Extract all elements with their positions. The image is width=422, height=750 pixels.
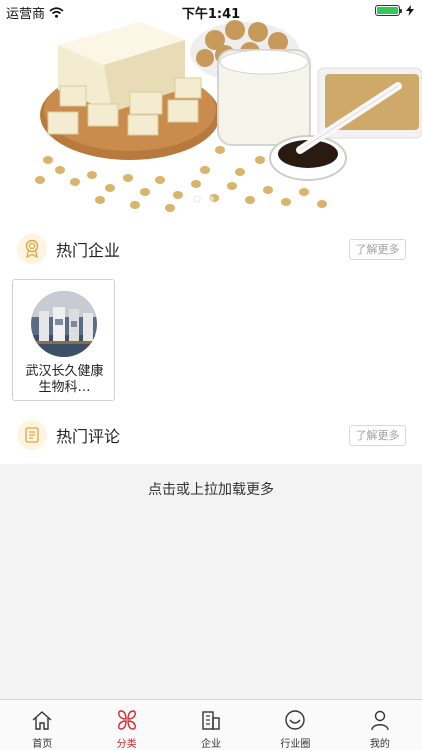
company-name: 武汉长久健康生物科… (25, 364, 104, 395)
building-icon (198, 707, 224, 732)
tab-category[interactable]: 分类 (84, 700, 168, 750)
tab-enterprise[interactable]: 企业 (169, 700, 253, 750)
tab-home[interactable]: 首页 (0, 700, 84, 750)
hot-companies-header: 热门企业 了解更多 (0, 225, 422, 273)
battery-icon (375, 5, 402, 16)
load-more-button[interactable]: 点击或上拉加载更多 (0, 479, 422, 499)
tab-home-label: 首页 (32, 739, 53, 750)
carousel-dot-1[interactable] (194, 196, 200, 202)
home-icon (29, 707, 55, 732)
load-more-area: 点击或上拉加载更多 (0, 464, 422, 699)
hot-comments-header: 热门评论 了解更多 (0, 411, 422, 459)
user-icon (367, 707, 393, 732)
hot-companies-title: 热门企业 (56, 241, 121, 260)
company-avatar (31, 291, 97, 357)
tab-mine-label: 我的 (369, 739, 390, 750)
tab-industry-circle-label: 行业圈 (280, 739, 311, 750)
banner-carousel[interactable] (0, 0, 422, 216)
battery-indicator (375, 5, 414, 16)
smile-circle-icon (282, 707, 308, 732)
medal-icon (17, 234, 47, 264)
tab-mine[interactable]: 我的 (338, 700, 422, 750)
hot-companies-more-button[interactable]: 了解更多 (349, 238, 406, 260)
status-bar: 运营商 下午1:41 (0, 0, 422, 22)
banner-image (0, 0, 422, 216)
hot-comments-more-button[interactable]: 了解更多 (349, 424, 406, 446)
carousel-dot-3[interactable] (222, 196, 228, 202)
company-card[interactable]: 武汉长久健康生物科… (12, 279, 115, 401)
tab-bar: 首页 分类 企业 行业圈 我的 (0, 699, 422, 750)
tab-category-label: 分类 (116, 739, 137, 750)
app-screen: 运营商 下午1:41 热门企业 了解更多 武汉长久健康生物科… 热门评论 了解更… (0, 0, 422, 750)
status-time: 下午1:41 (181, 7, 241, 22)
tab-industry-circle[interactable]: 行业圈 (253, 700, 337, 750)
tab-enterprise-label: 企业 (201, 739, 222, 750)
category-icon (114, 707, 140, 732)
hot-comments-title: 热门评论 (56, 427, 121, 446)
carousel-dot-2[interactable] (208, 196, 214, 202)
comment-scroll-icon (17, 420, 47, 450)
carousel-indicator (0, 196, 422, 202)
charging-bolt-icon (406, 5, 414, 16)
